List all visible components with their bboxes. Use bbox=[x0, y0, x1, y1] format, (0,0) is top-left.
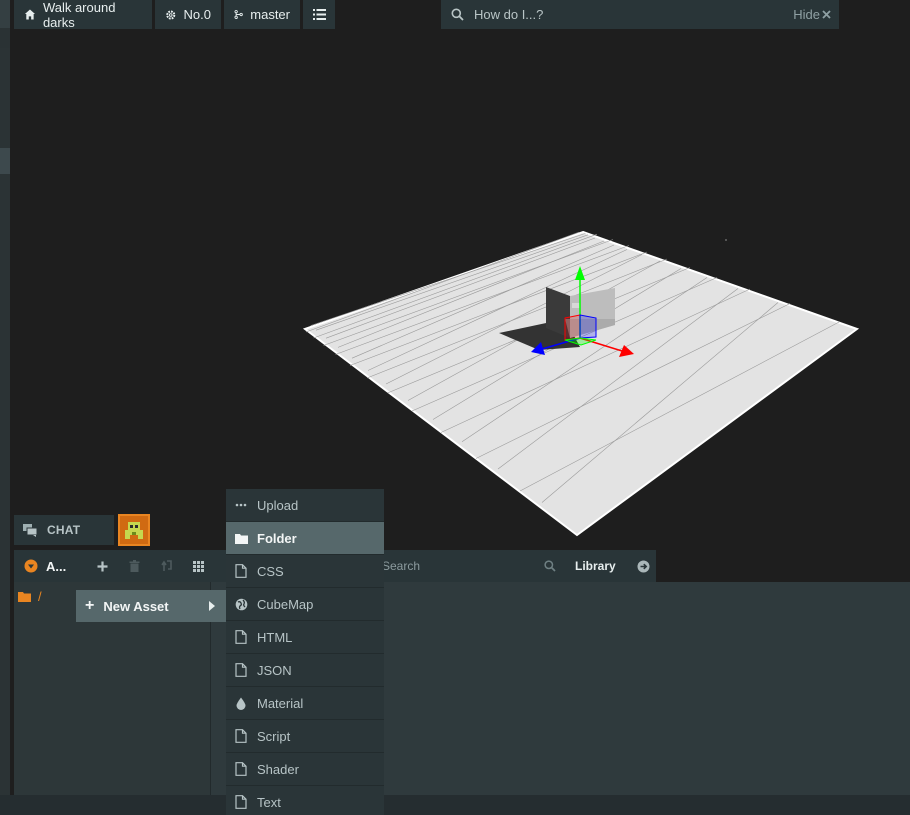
menu-button[interactable] bbox=[303, 0, 335, 29]
trash-icon bbox=[129, 560, 139, 572]
menu-item-label: Script bbox=[257, 728, 291, 744]
root-folder-label: / bbox=[38, 589, 42, 604]
menu-item-label: Material bbox=[257, 695, 304, 711]
submenu-arrow-icon bbox=[209, 601, 215, 611]
project-name: Walk around darks bbox=[42, 0, 116, 30]
library-button[interactable]: Library bbox=[575, 550, 616, 582]
settings-button[interactable]: No.0 bbox=[155, 0, 221, 29]
menu-item-label: Upload bbox=[257, 497, 299, 513]
menu-item-material[interactable]: Material bbox=[226, 687, 384, 720]
grid-view-button[interactable] bbox=[187, 550, 209, 582]
help-search-bar[interactable]: How do I...? Hide bbox=[441, 0, 839, 29]
left-panel-strip bbox=[0, 0, 10, 795]
folder-icon bbox=[18, 592, 31, 602]
menu-item-json[interactable]: JSON bbox=[226, 654, 384, 687]
close-icon bbox=[822, 10, 831, 19]
branch-button[interactable]: master bbox=[224, 0, 300, 29]
avatar[interactable] bbox=[118, 514, 150, 546]
collapse-icon bbox=[24, 559, 38, 573]
folder-icon bbox=[234, 533, 248, 544]
help-search-input[interactable]: How do I...? bbox=[474, 7, 793, 22]
gear-icon bbox=[166, 9, 176, 20]
file-icon bbox=[234, 729, 248, 743]
menu-item-label: Folder bbox=[257, 530, 297, 546]
avatar-image bbox=[120, 516, 148, 544]
file-icon bbox=[234, 564, 248, 578]
chat-label: CHAT bbox=[47, 523, 81, 537]
new-asset-menu-item[interactable]: + New Asset bbox=[76, 590, 226, 622]
scene-dot bbox=[725, 239, 727, 241]
hide-button[interactable]: Hide bbox=[793, 7, 831, 22]
left-strip-tab[interactable] bbox=[0, 0, 10, 28]
search-icon bbox=[451, 8, 464, 21]
menu-item-label: CSS bbox=[257, 563, 284, 579]
menu-item-css[interactable]: CSS bbox=[226, 555, 384, 588]
more-icon bbox=[234, 503, 248, 507]
left-strip-tab[interactable] bbox=[0, 148, 10, 174]
home-icon bbox=[24, 9, 36, 20]
grid-icon bbox=[192, 560, 204, 572]
new-asset-label: New Asset bbox=[103, 598, 169, 614]
scene-viewport[interactable] bbox=[10, 29, 910, 550]
branch-icon bbox=[234, 9, 243, 20]
assets-title[interactable]: A... bbox=[24, 550, 66, 582]
menu-item-html[interactable]: HTML bbox=[226, 621, 384, 654]
menu-item-script[interactable]: Script bbox=[226, 720, 384, 753]
scene-canvas[interactable] bbox=[10, 29, 910, 550]
left-strip-tab[interactable] bbox=[0, 28, 10, 48]
root-folder[interactable]: / bbox=[18, 589, 42, 604]
move-up-button[interactable] bbox=[156, 550, 178, 582]
file-icon bbox=[234, 630, 248, 644]
add-asset-button[interactable] bbox=[91, 550, 113, 582]
assets-search-button[interactable] bbox=[539, 550, 561, 582]
branch-label: master bbox=[250, 7, 290, 22]
menu-item-shader[interactable]: Shader bbox=[226, 753, 384, 786]
menu-item-label: JSON bbox=[257, 662, 292, 678]
hide-label: Hide bbox=[793, 7, 820, 22]
menu-item-label: CubeMap bbox=[257, 596, 314, 612]
project-button[interactable]: Walk around darks bbox=[14, 0, 152, 30]
file-icon bbox=[234, 795, 248, 809]
menu-item-label: Text bbox=[257, 794, 281, 810]
globe-icon bbox=[234, 598, 248, 611]
list-icon bbox=[312, 9, 326, 20]
plus-icon: + bbox=[85, 597, 95, 614]
arrow-up-icon bbox=[161, 560, 172, 571]
library-go-button[interactable] bbox=[632, 550, 654, 582]
plus-icon bbox=[97, 561, 107, 571]
assets-title-label: A... bbox=[46, 558, 67, 574]
chat-button[interactable]: CHAT bbox=[14, 515, 114, 545]
drop-icon bbox=[234, 697, 248, 710]
menu-item-label: HTML bbox=[257, 629, 293, 645]
settings-label: No.0 bbox=[183, 7, 211, 22]
assets-search-input[interactable]: Search bbox=[382, 550, 420, 582]
status-bar bbox=[0, 795, 910, 815]
chat-icon bbox=[23, 523, 38, 537]
file-icon bbox=[234, 762, 248, 776]
file-icon bbox=[234, 663, 248, 677]
delete-asset-button[interactable] bbox=[123, 550, 145, 582]
menu-item-folder[interactable]: Folder bbox=[226, 522, 384, 555]
new-asset-submenu: Upload Folder CSS CubeMap HTML JSON Material Sc… bbox=[226, 489, 384, 815]
menu-item-text[interactable]: Text bbox=[226, 786, 384, 815]
search-icon bbox=[544, 560, 556, 572]
menu-item-label: Shader bbox=[257, 761, 299, 777]
menu-item-cubemap[interactable]: CubeMap bbox=[226, 588, 384, 621]
menu-item-upload[interactable]: Upload bbox=[226, 489, 384, 522]
arrow-right-circle-icon bbox=[637, 560, 649, 572]
